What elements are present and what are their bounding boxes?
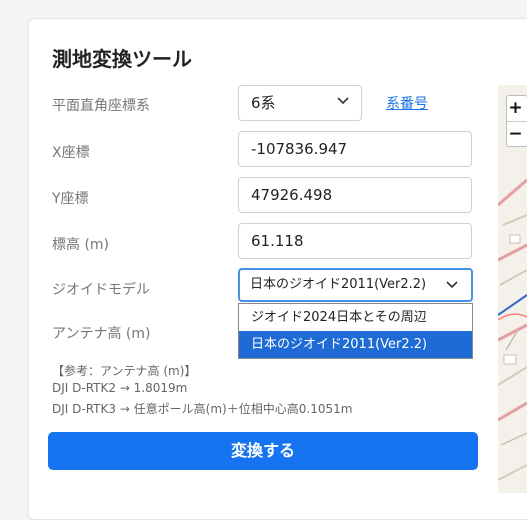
map-zoom-control: + − <box>506 95 527 147</box>
geoid-option-2024[interactable]: ジオイド2024日本とその周辺 <box>239 304 472 331</box>
page-title: 測地変換ツール <box>52 47 192 71</box>
x-coord-input[interactable]: -107836.947 <box>238 131 472 167</box>
chevron-down-icon <box>446 281 458 289</box>
reference-note-title: 【参考：アンテナ高 (m)】 <box>52 364 197 378</box>
system-number-link[interactable]: 系番号 <box>386 93 428 113</box>
chevron-down-icon <box>337 97 349 105</box>
antenna-height-label: アンテナ高 (m) <box>52 326 151 342</box>
plane-system-select[interactable]: 6系 <box>238 85 362 121</box>
zoom-out-button[interactable]: − <box>507 121 527 147</box>
geoid-model-label: ジオイドモデル <box>52 282 150 298</box>
y-coord-label: Y座標 <box>52 191 89 207</box>
geoid-model-value: 日本のジオイド2011(Ver2.2) <box>250 277 427 292</box>
geoid-option-2011[interactable]: 日本のジオイド2011(Ver2.2) <box>239 331 472 358</box>
reference-note-rtk3: DJI D-RTK3 → 任意ポール高(m)＋位相中心高0.1051m <box>52 402 353 416</box>
x-coord-label: X座標 <box>52 145 90 161</box>
reference-note-rtk2: DJI D-RTK2 → 1.8019m <box>52 381 188 395</box>
convert-button[interactable]: 変換する <box>48 432 478 470</box>
y-coord-input[interactable]: 47926.498 <box>238 177 472 213</box>
plane-system-value: 6系 <box>251 94 276 112</box>
elevation-input[interactable]: 61.118 <box>238 223 472 259</box>
geoid-model-select[interactable]: 日本のジオイド2011(Ver2.2) <box>238 268 473 302</box>
zoom-in-button[interactable]: + <box>507 96 527 121</box>
plane-system-label: 平面直角座標系 <box>52 98 150 114</box>
elevation-label: 標高 (m) <box>52 237 110 253</box>
geoid-model-dropdown: ジオイド2024日本とその周辺 日本のジオイド2011(Ver2.2) <box>238 303 473 359</box>
